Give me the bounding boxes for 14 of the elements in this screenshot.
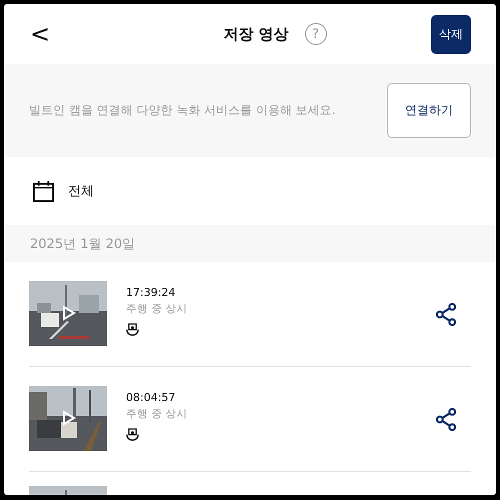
back-button[interactable]: < bbox=[26, 20, 54, 48]
share-icon[interactable] bbox=[436, 408, 457, 431]
recording-mode: 주행 중 상시 bbox=[126, 302, 189, 316]
share-icon[interactable] bbox=[436, 303, 457, 326]
filter-label[interactable]: 전체 bbox=[68, 182, 94, 200]
connect-button[interactable]: 연결하기 bbox=[387, 83, 471, 138]
banner-text: 빌트인 캠을 연결해 다양한 녹화 서비스를 이용해 보세요. bbox=[29, 102, 336, 119]
video-time: 08:04:57 bbox=[126, 391, 176, 404]
recording-mode: 주행 중 상시 bbox=[126, 407, 189, 421]
date-text: 2025년 1월 20일 bbox=[30, 236, 136, 252]
page-title: 저장 영상 bbox=[223, 24, 289, 44]
delete-button[interactable]: 삭제 bbox=[431, 14, 471, 54]
video-time: 17:39:24 bbox=[126, 286, 176, 299]
calendar-icon[interactable] bbox=[33, 180, 54, 202]
